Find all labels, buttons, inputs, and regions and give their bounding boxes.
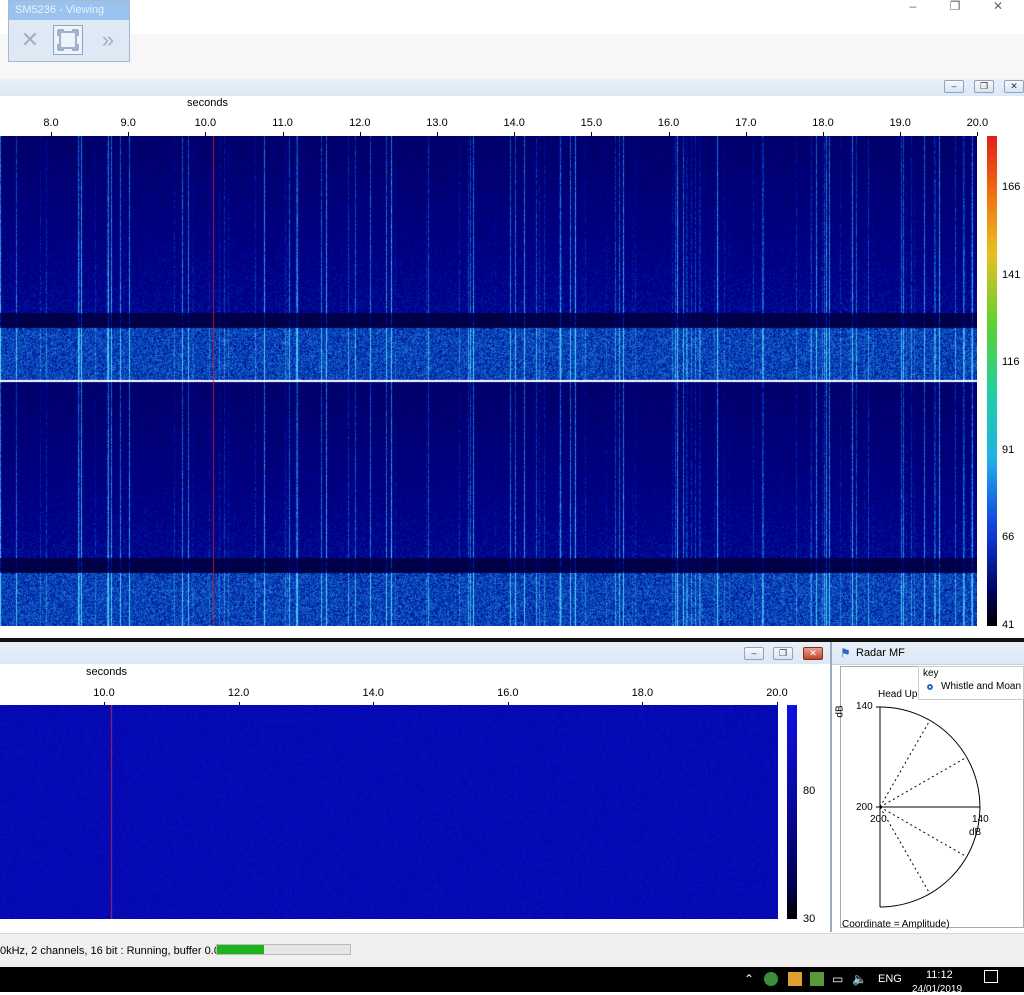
language-indicator[interactable]: ENG (878, 973, 902, 985)
axis-tick-label: 13.0 (426, 117, 448, 129)
status-bar: 0kHz, 2 channels, 16 bit : Running, buff… (0, 933, 1024, 968)
tray-app-icon-2[interactable] (788, 972, 802, 986)
axis-tick-label: 14.0 (362, 687, 384, 699)
axis-tick-label: 12.0 (349, 117, 371, 129)
toolbar-area (0, 34, 1024, 80)
axis-tick-label: 10.0 (194, 117, 217, 129)
upper-close-button[interactable]: ✕ (1004, 80, 1024, 93)
viewer-floating-panel: SM5236 - Viewing ✕ » (8, 0, 130, 62)
app-titlebar: – ❐ ✕ (0, 0, 1024, 35)
axis-tick-label: 16.0 (497, 687, 519, 699)
viewer-title: SM5236 - Viewing (9, 1, 129, 20)
upper-axis-title: seconds (187, 97, 228, 109)
window-minimize-button[interactable]: – (900, 0, 926, 14)
upper-restore-button[interactable]: ❐ (974, 80, 994, 93)
double-chevron-right-icon[interactable]: » (93, 25, 123, 55)
axis-tick-label: 16.0 (657, 117, 680, 129)
axis-tick-mark (977, 132, 979, 136)
axis-tick-label: 19.0 (889, 117, 911, 129)
status-text: 0kHz, 2 channels, 16 bit : Running, buff… (0, 945, 226, 957)
colorbar-tick-label: 166 (1002, 181, 1021, 193)
close-icon[interactable]: ✕ (15, 25, 45, 55)
axis-tick-label: 11.0 (272, 117, 293, 129)
tray-app-icon-1[interactable] (764, 972, 778, 986)
axis-tick-label: 12.0 (227, 687, 250, 699)
axis-tick-label: 20.0 (966, 117, 989, 129)
speaker-icon[interactable]: 🔈 (852, 972, 867, 986)
fullscreen-icon[interactable] (53, 25, 83, 55)
clock-time[interactable]: 11:12 (926, 969, 953, 981)
lower-spectrogram[interactable] (0, 705, 778, 919)
lower-spectrogram-canvas (0, 705, 778, 919)
lower-colorbar (787, 705, 797, 919)
chevron-up-icon[interactable]: ⌃ (744, 972, 754, 986)
colorbar-tick-label: 116 (1002, 356, 1020, 369)
lower-pane-header: – ❐ ✕ (0, 642, 830, 665)
colorbar-tick-label: 30 (803, 913, 816, 925)
axis-tick-label: 18.0 (631, 687, 654, 699)
colorbar-tick-label: 66 (1002, 531, 1015, 544)
axis-tick-label: 10.0 (93, 687, 115, 699)
axis-tick-label: 14.0 (503, 117, 525, 129)
axis-tick-label: 9.0 (120, 117, 136, 129)
colorbar-tick-label: 141 (1002, 268, 1021, 281)
lower-close-button[interactable]: ✕ (803, 647, 823, 660)
colorbar-tick-label: 41 (1002, 619, 1015, 631)
radar-footer: Coordinate = Amplitude) (842, 919, 950, 930)
colorbar-tick-label: 80 (803, 785, 816, 797)
upper-pane-header: – ❐ ✕ (0, 79, 1024, 97)
axis-tick-label: 20.0 (766, 687, 788, 699)
radar-plot (876, 706, 981, 908)
upper-colorbar (987, 136, 997, 626)
taskbar: ⌃ ▭ 🔈 ENG 11:12 24/01/2019 (0, 967, 1024, 995)
upper-minimize-button[interactable]: – (944, 80, 964, 93)
axis-tick-label: 18.0 (812, 117, 834, 129)
tray-app-icon-3[interactable] (810, 972, 824, 986)
buffer-progress-fill (217, 945, 264, 954)
window-restore-button[interactable]: ❐ (942, 0, 968, 14)
axis-tick-label: 8.0 (43, 117, 59, 129)
axis-tick-label: 15.0 (580, 117, 603, 129)
radar-panel: ⚑ Radar MF key Whistle and Moan Head Up … (830, 642, 1024, 932)
clock-date[interactable]: 24/01/2019 (912, 984, 962, 995)
window-close-button[interactable]: ✕ (985, 0, 1011, 14)
colorbar-tick-label: 91 (1002, 443, 1015, 456)
axis-tick-label: 17.0 (735, 117, 757, 129)
upper-spectrogram-canvas (0, 136, 977, 626)
notification-icon[interactable] (984, 970, 998, 983)
lower-minimize-button[interactable]: – (744, 647, 764, 660)
lower-axis-title: seconds (86, 666, 127, 678)
lower-restore-button[interactable]: ❐ (773, 647, 793, 660)
buffer-progress-bar (216, 944, 351, 955)
upper-spectrogram[interactable] (0, 136, 977, 626)
network-icon[interactable]: ▭ (832, 972, 843, 986)
